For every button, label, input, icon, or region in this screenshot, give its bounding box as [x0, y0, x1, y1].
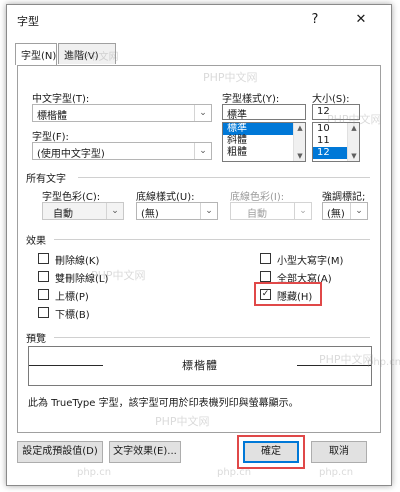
font-color-value: 自動: [53, 209, 73, 220]
checkbox-box[interactable]: [260, 253, 271, 264]
highlight-box: [237, 435, 305, 469]
font-color-label: 字型色彩(C):: [42, 192, 101, 203]
all-text-heading: 所有文字: [26, 174, 66, 185]
scroll-down-icon[interactable]: ▼: [294, 152, 305, 160]
checkbox-label: 小型大寫字(M): [277, 256, 344, 267]
chevron-down-icon: ⌄: [200, 203, 217, 219]
underline-color-select: 自動 ⌄: [230, 202, 312, 220]
font-size-input[interactable]: 12: [312, 104, 360, 120]
preview-box: 標楷體: [28, 346, 372, 386]
preview-rule-right: [297, 365, 371, 366]
western-font-label: 字型(F):: [32, 132, 69, 143]
emphasis-mark-value: (無): [327, 209, 345, 220]
font-style-input[interactable]: 標準: [222, 104, 306, 121]
cancel-button[interactable]: 取消: [311, 441, 367, 463]
preview-heading: 預覽: [26, 334, 46, 345]
chevron-down-icon: ⌄: [194, 143, 211, 159]
set-as-default-button[interactable]: 設定成預設值(D): [17, 441, 103, 463]
checkbox-label: 下標(B): [55, 310, 90, 321]
checkbox-box[interactable]: [38, 253, 49, 264]
watermark: php.cn: [319, 467, 354, 478]
scroll-down-icon[interactable]: ▼: [348, 152, 359, 160]
underline-style-select[interactable]: (無) ⌄: [136, 202, 218, 220]
font-style-label: 字型樣式(Y):: [222, 94, 280, 105]
font-size-label: 大小(S):: [312, 94, 350, 105]
watermark: php.cn: [77, 467, 112, 478]
font-size-list[interactable]: 10 11 12 ▲ ▼: [312, 122, 360, 162]
underline-color-label: 底線色彩(I):: [230, 192, 285, 203]
scroll-up-icon[interactable]: ▲: [348, 124, 359, 132]
chevron-down-icon: ⌄: [106, 203, 123, 219]
help-icon[interactable]: ?: [305, 10, 325, 30]
section-divider: [54, 239, 370, 240]
highlight-box: [254, 282, 322, 306]
section-divider: [78, 177, 370, 178]
scrollbar[interactable]: ▲ ▼: [347, 123, 359, 161]
scroll-up-icon[interactable]: ▲: [294, 124, 305, 132]
checkbox-box[interactable]: [38, 289, 49, 300]
chevron-down-icon: ⌄: [350, 203, 367, 219]
font-tab-panel: 中文字型(T): 標楷體 ⌄ 字型(F): (使用中文字型) ⌄ 字型樣式(Y)…: [17, 65, 381, 433]
title-bar: 字型 ? ✕: [7, 5, 391, 35]
emphasis-mark-label: 強調標記;: [322, 192, 366, 203]
underline-style-value: (無): [141, 209, 159, 220]
tab-font[interactable]: 字型(N): [15, 43, 57, 65]
chevron-down-icon: ⌄: [194, 105, 211, 121]
scrollbar[interactable]: ▲ ▼: [293, 123, 305, 161]
dialog-title: 字型: [17, 15, 39, 28]
close-icon[interactable]: ✕: [351, 10, 371, 30]
font-color-select[interactable]: 自動 ⌄: [42, 202, 124, 220]
font-dialog: 字型 ? ✕ 字型(N) 進階(V) 中文字型(T): 標楷體 ⌄ 字型(F):…: [6, 4, 400, 486]
asian-font-label: 中文字型(T):: [32, 94, 90, 105]
underline-color-value: 自動: [247, 209, 267, 220]
font-style-list[interactable]: 標準 斜體 粗體 ▲ ▼: [222, 122, 306, 162]
checkbox-box[interactable]: [260, 271, 271, 282]
western-font-value: (使用中文字型): [37, 149, 105, 160]
section-divider: [54, 337, 370, 338]
chevron-down-icon: ⌄: [294, 203, 311, 219]
tab-advanced[interactable]: 進階(V): [58, 43, 116, 64]
checkbox-box[interactable]: [38, 307, 49, 318]
emphasis-mark-select[interactable]: (無) ⌄: [322, 202, 368, 220]
underline-style-label: 底線樣式(U):: [136, 192, 195, 203]
checkbox-label: 雙刪除線(L): [55, 274, 109, 285]
western-font-select[interactable]: (使用中文字型) ⌄: [32, 142, 212, 160]
checkbox-box[interactable]: [38, 271, 49, 282]
effects-heading: 效果: [26, 236, 46, 247]
checkbox-label: 上標(P): [55, 292, 89, 303]
text-effects-button[interactable]: 文字效果(E)...: [109, 441, 181, 463]
preview-description: 此為 TrueType 字型，該字型可用於印表機列印與螢幕顯示。: [28, 398, 299, 409]
checkbox-label: 刪除線(K): [55, 256, 100, 267]
asian-font-select[interactable]: 標楷體 ⌄: [32, 104, 212, 122]
asian-font-value: 標楷體: [37, 111, 67, 122]
